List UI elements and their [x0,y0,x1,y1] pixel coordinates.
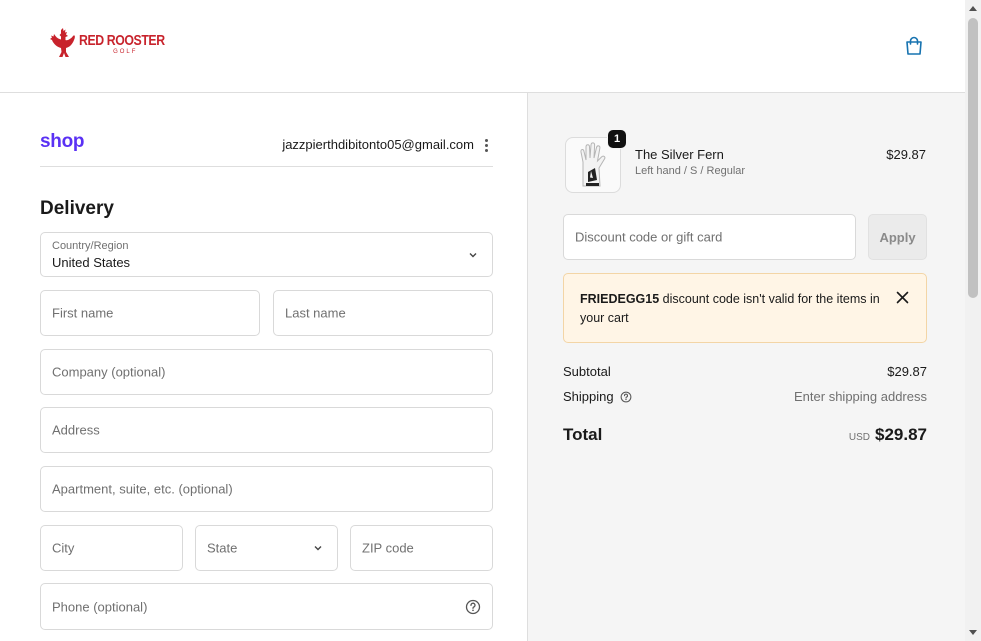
shopping-bag-icon [906,36,922,55]
company-placeholder: Company (optional) [52,364,166,380]
rooster-icon [50,28,75,57]
address-placeholder: Address [52,422,100,438]
logo-wordmark: RED ROOSTER [79,32,165,49]
shipping-label: Shipping [563,389,614,404]
first-name-placeholder: First name [52,305,114,321]
close-icon[interactable] [896,291,909,304]
kebab-dot-icon [484,138,488,142]
phone-field[interactable]: Phone (optional) [40,583,493,630]
kebab-dot-icon [484,148,488,152]
triangle-down-icon [969,630,977,635]
discount-code-input[interactable]: Discount code or gift card [563,214,856,260]
cart-button[interactable] [903,35,925,57]
phone-placeholder: Phone (optional) [52,599,148,614]
discount-code: FRIEDEGG15 [580,292,660,306]
subtotal-label: Subtotal [563,364,611,379]
apartment-field[interactable]: Apartment, suite, etc. (optional) [40,466,493,512]
last-name-placeholder: Last name [285,305,346,321]
total-amount: $29.87 [875,425,927,444]
shipping-row: Shipping Enter shipping address [563,389,927,407]
help-circle-icon[interactable] [465,599,481,615]
total-label: Total [563,425,603,444]
country-value: United States [52,255,131,270]
kebab-dot-icon [484,143,488,147]
chevron-down-icon [469,252,477,257]
scroll-down-arrow[interactable] [965,625,981,641]
shop-pay-logo: shop [40,131,85,152]
store-header: RED ROOSTER GOLF [0,0,965,93]
quantity-badge: 1 [607,129,627,149]
first-name-field[interactable]: First name [40,290,260,336]
discount-error-notice: FRIEDEGG15 discount code isn't valid for… [563,273,927,343]
country-select[interactable]: Country/Region United States [40,232,493,277]
company-field[interactable]: Company (optional) [40,349,493,395]
total-row: Total USD $29.87 [563,425,927,447]
account-email: jazzpierthdibitonto05@gmail.com [282,137,474,152]
order-summary-column: 1 The Silver Fern Left hand / S / Regula… [527,93,965,641]
delivery-heading: Delivery [40,198,114,219]
product-price: $29.87 [886,147,926,162]
city-placeholder: City [52,540,75,556]
notice-text: FRIEDEGG15 discount code isn't valid for… [580,290,880,328]
chevron-down-icon [314,546,322,551]
total-currency: USD [848,432,870,443]
address-field[interactable]: Address [40,407,493,453]
zip-field[interactable]: ZIP code [350,525,493,571]
state-placeholder: State [207,540,238,556]
triangle-up-icon [969,6,977,11]
scroll-up-arrow[interactable] [965,0,981,16]
logo-subtitle: GOLF [113,49,138,55]
country-label: Country/Region [52,240,129,252]
city-field[interactable]: City [40,525,183,571]
store-logo[interactable]: RED ROOSTER GOLF [50,28,184,60]
zip-placeholder: ZIP code [362,540,414,556]
section-divider [40,166,493,167]
state-select[interactable]: State [195,525,338,571]
checkout-form-column: shop jazzpierthdibitonto05@gmail.com Del… [0,93,527,641]
scrollbar-thumb[interactable] [968,18,978,298]
page-scrollbar[interactable] [965,0,981,641]
shipping-value: Enter shipping address [794,389,927,404]
discount-placeholder: Discount code or gift card [575,229,723,245]
apply-discount-button[interactable]: Apply [868,214,927,260]
subtotal-row: Subtotal $29.87 [563,364,927,382]
last-name-field[interactable]: Last name [273,290,493,336]
apartment-placeholder: Apartment, suite, etc. (optional) [52,481,233,497]
subtotal-value: $29.87 [887,364,927,379]
help-circle-icon[interactable] [620,391,632,403]
account-menu-button[interactable] [481,137,491,153]
product-name: The Silver Fern [635,147,724,162]
product-variant: Left hand / S / Regular [635,165,746,177]
